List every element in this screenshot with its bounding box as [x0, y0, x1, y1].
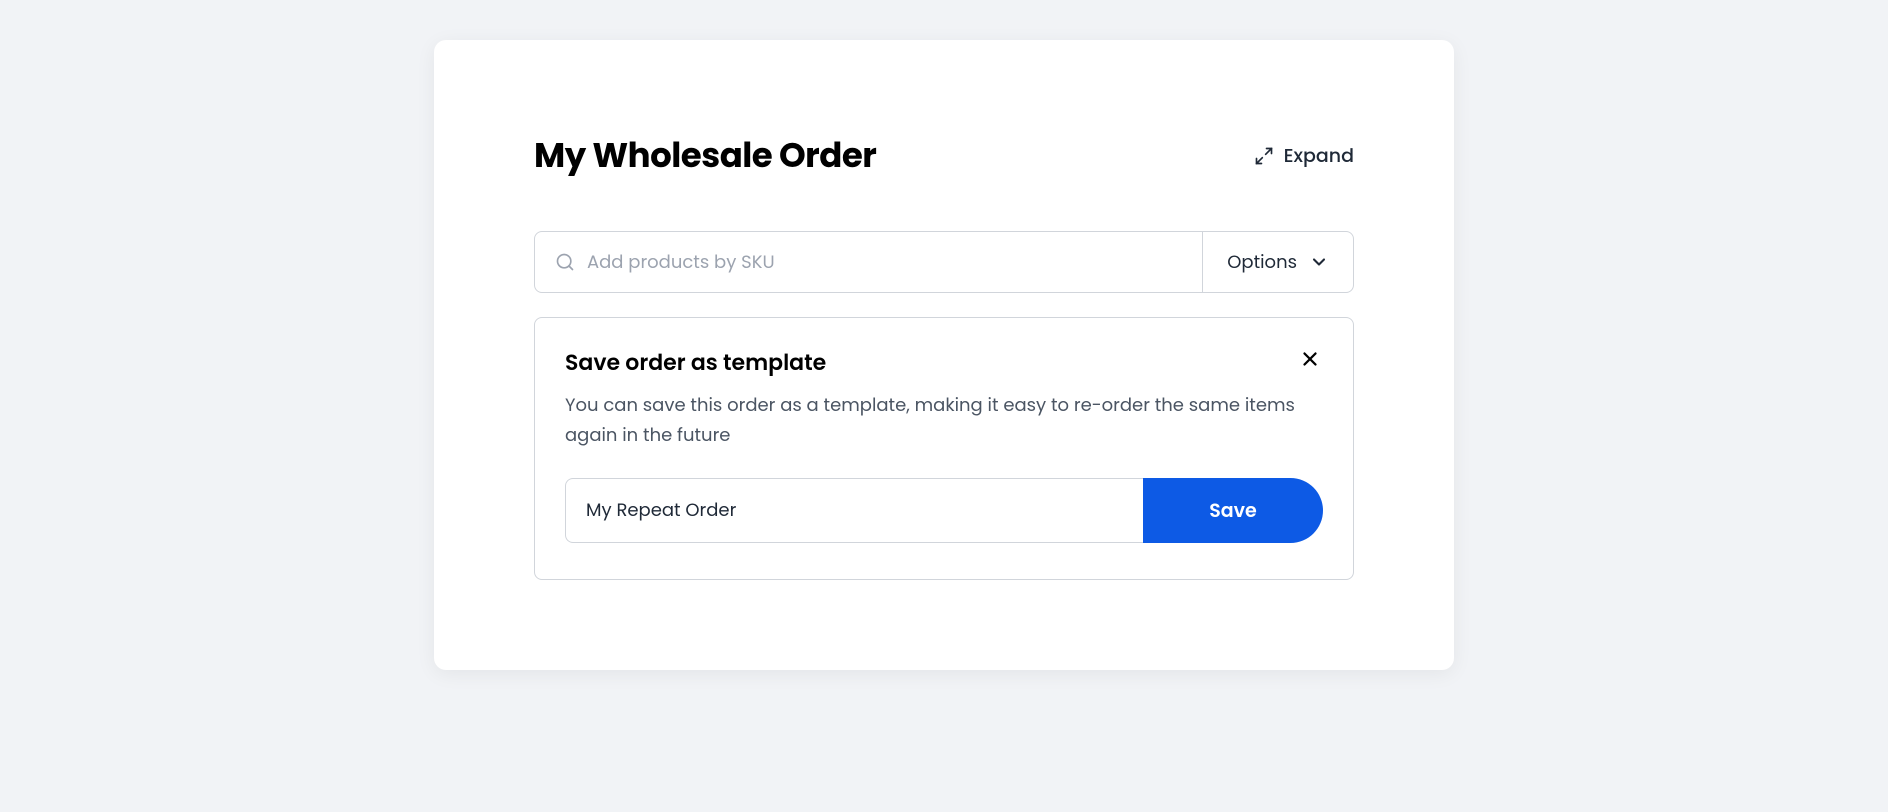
- close-button[interactable]: [1297, 346, 1323, 372]
- header-row: My Wholesale Order Expand: [534, 130, 1354, 181]
- search-section: [535, 232, 1202, 292]
- template-title: Save order as template: [565, 346, 826, 379]
- template-header: Save order as template: [565, 346, 1323, 379]
- template-description: You can save this order as a template, m…: [565, 391, 1323, 450]
- options-label: Options: [1227, 249, 1297, 276]
- sku-search-input[interactable]: [587, 249, 1182, 276]
- search-options-row: Options: [534, 231, 1354, 293]
- input-save-row: Save: [565, 478, 1323, 543]
- save-template-panel: Save order as template You can save this…: [534, 317, 1354, 580]
- expand-label: Expand: [1284, 141, 1354, 170]
- options-dropdown[interactable]: Options: [1202, 232, 1353, 292]
- page-title: My Wholesale Order: [534, 130, 876, 181]
- save-button[interactable]: Save: [1143, 478, 1323, 543]
- template-name-input[interactable]: [565, 478, 1143, 543]
- search-icon: [555, 252, 575, 272]
- close-icon: [1299, 348, 1321, 370]
- expand-icon: [1254, 146, 1274, 166]
- expand-button[interactable]: Expand: [1254, 141, 1354, 170]
- order-card: My Wholesale Order Expand Options: [434, 40, 1454, 670]
- chevron-down-icon: [1309, 252, 1329, 272]
